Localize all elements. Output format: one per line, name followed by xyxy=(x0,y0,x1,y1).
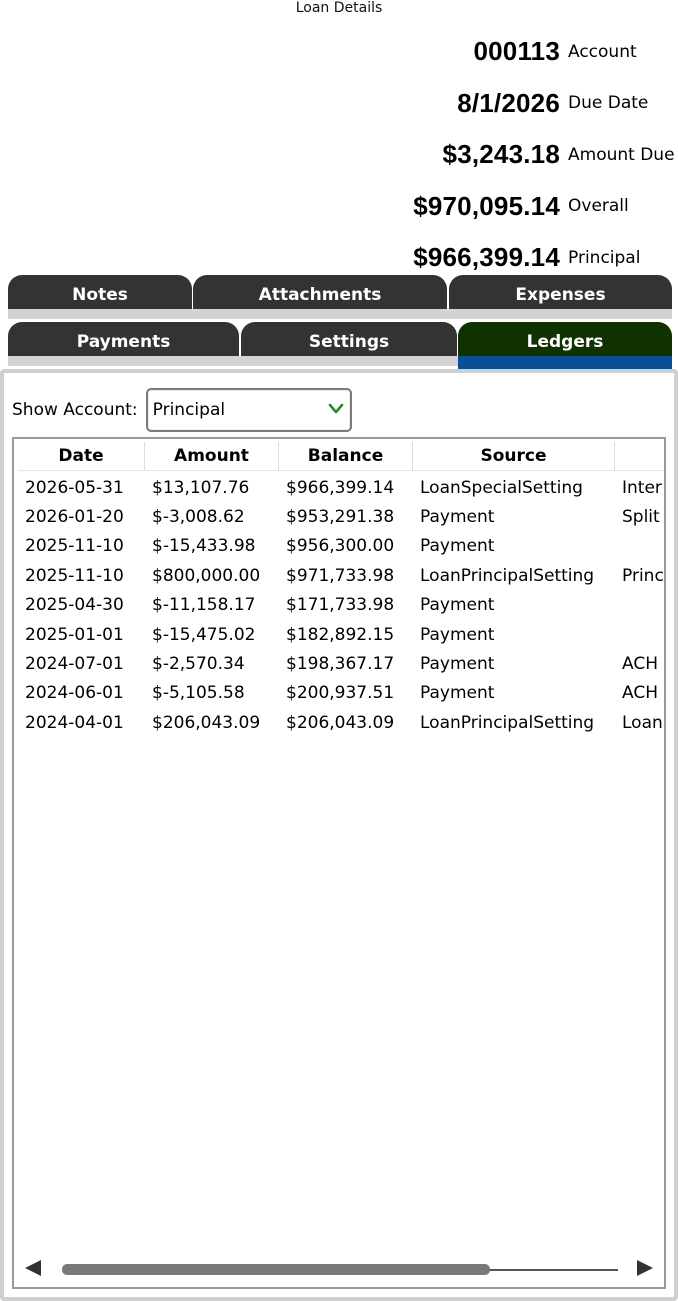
cell-source: Payment xyxy=(420,683,495,704)
tab-row-bottom: Payments Settings Ledgers xyxy=(8,322,672,370)
account-select[interactable]: Principal xyxy=(145,388,352,432)
cell-source: Payment xyxy=(420,654,495,675)
summary-due-date: 8/1/2026 Due Date xyxy=(413,78,670,130)
table-row[interactable]: 2026-01-20 $-3,008.62 $953,291.38 Paymen… xyxy=(18,502,664,531)
table-row[interactable]: 2024-06-01 $-5,105.58 $200,937.51 Paymen… xyxy=(18,679,664,708)
arrow-left-icon[interactable] xyxy=(22,1257,44,1284)
summary-account: 000113 Account xyxy=(413,26,670,78)
cell-description: Inter xyxy=(622,477,662,498)
cell-source: Payment xyxy=(420,595,495,616)
col-header-balance[interactable]: Balance xyxy=(279,442,413,470)
cell-date: 2025-11-10 xyxy=(25,565,124,586)
tab-payments[interactable]: Payments xyxy=(8,322,239,356)
active-tab-indicator xyxy=(458,356,672,370)
cell-source: LoanPrincipalSetting xyxy=(420,565,595,586)
cell-description: Princ xyxy=(622,565,664,586)
table-row[interactable]: 2025-01-01 $-15,475.02 $182,892.15 Payme… xyxy=(18,620,664,649)
cell-amount: $-11,158.17 xyxy=(152,595,256,616)
cell-source: Payment xyxy=(420,536,495,557)
tab-row-top: Notes Attachments Expenses xyxy=(8,275,672,323)
cell-balance: $953,291.38 xyxy=(286,507,395,528)
cell-amount: $-15,433.98 xyxy=(152,536,256,557)
cell-date: 2026-05-31 xyxy=(25,477,124,498)
overall-label: Overall xyxy=(568,196,629,217)
scrollbar-track[interactable] xyxy=(488,1269,618,1271)
cell-balance: $956,300.00 xyxy=(286,536,395,557)
cell-source: Payment xyxy=(420,507,495,528)
cell-source: Payment xyxy=(420,624,495,645)
account-label: Account xyxy=(568,41,637,62)
table-row[interactable]: 2024-07-01 $-2,570.34 $198,367.17 Paymen… xyxy=(18,649,664,678)
table-row[interactable]: 2025-11-10 $800,000.00 $971,733.98 LoanP… xyxy=(18,561,664,590)
cell-source: LoanSpecialSetting xyxy=(420,477,583,498)
col-header-description[interactable] xyxy=(615,442,664,470)
tab-expenses[interactable]: Expenses xyxy=(449,275,672,309)
table-row[interactable]: 2025-04-30 $-11,158.17 $171,733.98 Payme… xyxy=(18,591,664,620)
amount-due-value: $3,243.18 xyxy=(442,139,560,170)
principal-label: Principal xyxy=(568,247,641,268)
cell-date: 2025-11-10 xyxy=(25,536,124,557)
account-filter: Show Account: Principal xyxy=(12,387,352,433)
summary-overall: $970,095.14 Overall xyxy=(413,181,670,233)
tab-settings[interactable]: Settings xyxy=(241,322,457,356)
cell-balance: $206,043.09 xyxy=(286,712,395,733)
cell-amount: $206,043.09 xyxy=(152,712,261,733)
tab-ledgers[interactable]: Ledgers xyxy=(458,322,672,356)
cell-balance: $200,937.51 xyxy=(286,683,395,704)
cell-date: 2025-04-30 xyxy=(25,595,124,616)
horizontal-scrollbar[interactable] xyxy=(22,1253,656,1283)
ledger-grid: Date Amount Balance Source 2026-05-31 $1… xyxy=(12,437,666,1289)
cell-date: 2024-06-01 xyxy=(25,683,124,704)
cell-description: Loan xyxy=(622,712,663,733)
cell-balance: $971,733.98 xyxy=(286,565,395,586)
cell-date: 2024-04-01 xyxy=(25,712,124,733)
overall-value: $970,095.14 xyxy=(413,190,560,221)
cell-amount: $-3,008.62 xyxy=(152,507,245,528)
col-header-date[interactable]: Date xyxy=(18,442,145,470)
cell-date: 2025-01-01 xyxy=(25,624,124,645)
cell-amount: $13,107.76 xyxy=(152,477,250,498)
loan-summary: 000113 Account 8/1/2026 Due Date $3,243.… xyxy=(413,26,675,284)
table-row[interactable]: 2025-11-10 $-15,433.98 $956,300.00 Payme… xyxy=(18,532,664,561)
cell-description: ACH xyxy=(622,683,658,704)
due-date-value: 8/1/2026 xyxy=(457,87,560,118)
table-row[interactable]: 2024-04-01 $206,043.09 $206,043.09 LoanP… xyxy=(18,708,664,737)
cell-amount: $-2,570.34 xyxy=(152,654,245,675)
amount-due-label: Amount Due xyxy=(568,144,675,165)
cell-source: LoanPrincipalSetting xyxy=(420,712,595,733)
due-date-label: Due Date xyxy=(568,93,649,114)
cell-balance: $198,367.17 xyxy=(286,654,395,675)
cell-balance: $966,399.14 xyxy=(286,477,395,498)
cell-date: 2026-01-20 xyxy=(25,507,124,528)
arrow-right-icon[interactable] xyxy=(634,1257,656,1284)
cell-amount: $-15,475.02 xyxy=(152,624,256,645)
ledgers-panel: Show Account: Principal Date Amount Bala… xyxy=(0,369,678,1301)
cell-description: Split xyxy=(622,507,660,528)
chevron-down-icon xyxy=(328,403,343,414)
col-header-amount[interactable]: Amount xyxy=(145,442,279,470)
cell-balance: $171,733.98 xyxy=(286,595,395,616)
cell-date: 2024-07-01 xyxy=(25,654,124,675)
grid-header: Date Amount Balance Source xyxy=(18,442,664,471)
cell-description: ACH xyxy=(622,654,658,675)
cell-amount: $-5,105.58 xyxy=(152,683,245,704)
grid-rows: 2026-05-31 $13,107.76 $966,399.14 LoanSp… xyxy=(18,473,664,738)
account-value: 000113 xyxy=(473,36,560,67)
cell-amount: $800,000.00 xyxy=(152,565,261,586)
cell-balance: $182,892.15 xyxy=(286,624,395,645)
tab-attachments[interactable]: Attachments xyxy=(193,275,447,309)
table-row[interactable]: 2026-05-31 $13,107.76 $966,399.14 LoanSp… xyxy=(18,473,664,502)
show-account-label: Show Account: xyxy=(12,400,138,420)
tab-row-top-bar xyxy=(8,309,672,319)
account-select-value: Principal xyxy=(152,400,226,420)
tab-notes[interactable]: Notes xyxy=(8,275,192,309)
summary-amount-due: $3,243.18 Amount Due xyxy=(413,129,675,181)
window-title: Loan Details xyxy=(295,0,383,16)
scrollbar-thumb[interactable] xyxy=(62,1264,490,1275)
principal-value: $966,399.14 xyxy=(413,242,560,273)
col-header-source[interactable]: Source xyxy=(413,442,615,470)
